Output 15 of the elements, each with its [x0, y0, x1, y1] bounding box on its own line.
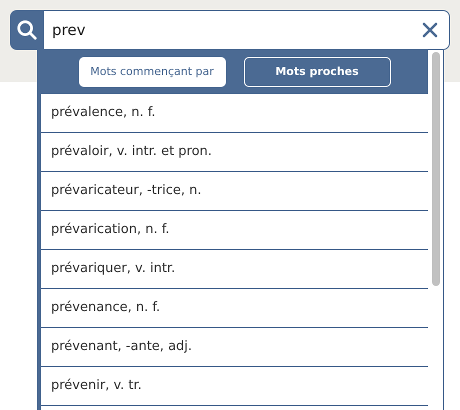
- search-icon[interactable]: [16, 19, 38, 41]
- result-item[interactable]: prévenance, n. f.: [41, 289, 428, 328]
- result-item[interactable]: prévenir, v. tr.: [41, 367, 428, 406]
- close-icon[interactable]: [422, 22, 438, 38]
- search-field[interactable]: prev: [44, 10, 450, 50]
- mode-tab[interactable]: Mots proches: [244, 57, 390, 87]
- search-button[interactable]: [10, 10, 44, 50]
- mode-tab[interactable]: Mots commençant par: [78, 57, 226, 87]
- result-item[interactable]: prévaricateur, -trice, n.: [41, 172, 428, 211]
- result-item[interactable]: prévalence, n. f.: [41, 94, 428, 133]
- result-item[interactable]: prévariquer, v. intr.: [41, 250, 428, 289]
- result-item[interactable]: prévenant, -ante, adj.: [41, 328, 428, 367]
- result-item[interactable]: prévarication, n. f.: [41, 211, 428, 250]
- result-item[interactable]: prévaloir, v. intr. et pron.: [41, 133, 428, 172]
- scrollbar-thumb[interactable]: [432, 52, 440, 286]
